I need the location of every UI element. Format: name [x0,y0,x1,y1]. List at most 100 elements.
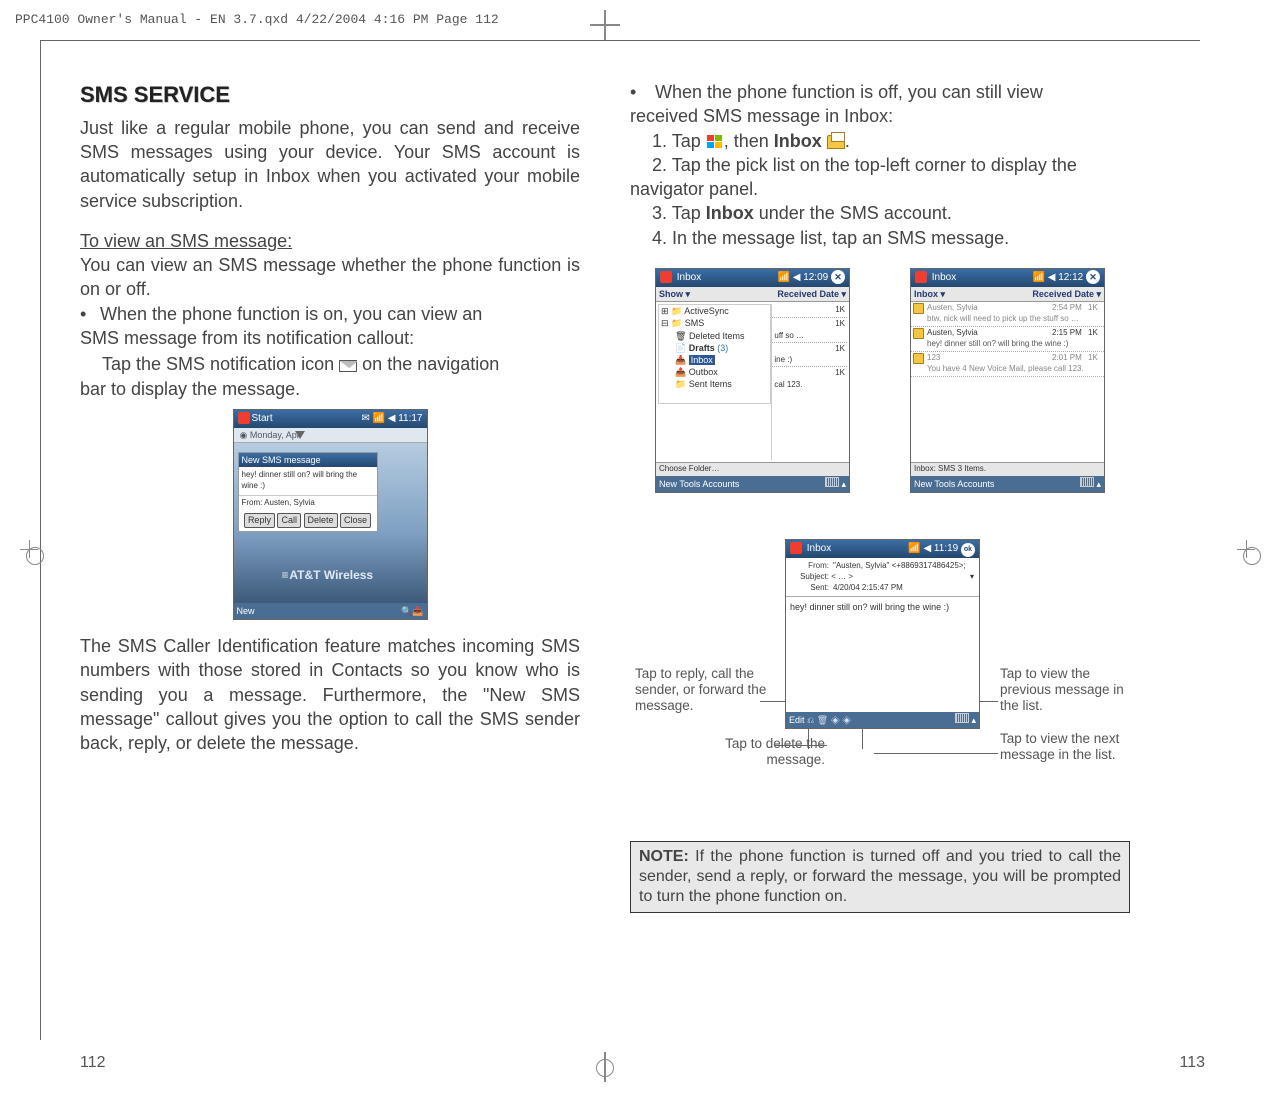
delete-icon[interactable]: 🗑 [817,715,828,725]
popup-from: From: Austen, Sylvia [239,496,377,511]
note-label: NOTE: [639,848,689,865]
annot-delete: Tap to delete the message. [685,736,825,768]
page-number-right: 113 [1179,1054,1205,1072]
msg-row-2[interactable]: Austen, Sylvia2:15 PM1K hey! dinner stil… [911,327,1104,352]
popup-title: New SMS message [239,453,377,467]
popup-delete-button[interactable]: Delete [304,513,338,527]
ss3-foot-left[interactable]: New Tools Accounts [914,476,994,492]
ss2-status: Choose Folder… [656,462,849,476]
annot-prev: Tap to view the previous message in the … [1000,666,1140,715]
page-number-left: 112 [80,1054,106,1072]
bullet-phone-on-a: When the phone function is on, you can v… [100,304,482,324]
popup-call-button[interactable]: Call [277,513,301,527]
ok-icon[interactable]: ok [961,543,975,557]
view-sms-p1: You can view an SMS message whether the … [80,253,580,302]
ss1-body: ◉ Monday, Apr New SMS message hey! dinne… [234,428,427,603]
new-sms-popup: New SMS message hey! dinner still on? wi… [238,452,378,532]
crop-mark-left [20,540,38,558]
annot-line [874,753,998,754]
crop-mark-top [590,10,620,40]
att-wireless-logo: ≡ AT&T Wireless [282,567,374,583]
prev-message-icon[interactable]: ◈ [831,715,840,725]
start-flag-icon [660,271,672,283]
windows-start-icon [706,134,724,150]
start-flag-icon [790,542,802,554]
ss4-footbar: Edit ⎌ 🗑 ◈ ◈ ▴ [786,712,979,728]
tap-line-a: Tap the SMS notification icon [102,354,334,374]
bullet-phone-on: • When the phone function is on, you can… [80,302,580,351]
tree-right-column: 1K 1K uff so … 1K ine :) 1K cal 123. [771,304,847,460]
ss1-time: 11:17 [398,413,422,424]
start-flag-icon [238,412,250,424]
ss3-status: Inbox: SMS 3 Items. [911,462,1104,476]
ss4-header-fields: From:"Austen, Sylvia" <+8869317486425>; … [786,558,979,597]
view-sms-heading: To view an SMS message: [80,229,580,253]
popup-close-button[interactable]: Close [340,513,371,527]
keyboard-icon[interactable] [955,713,969,723]
bullet-off-b: received SMS message in Inbox: [630,106,893,126]
step-1: 1. Tap , then Inbox . [652,129,1130,153]
ss2-received[interactable]: Received Date ▾ [777,288,846,300]
next-message-icon[interactable]: ◈ [842,715,851,725]
popup-reply-button[interactable]: Reply [244,513,275,527]
ss2-titlebar: Inbox 📶 ◀ 12:09 ✕ [656,269,849,287]
close-icon[interactable]: ✕ [831,270,845,284]
bullet-phone-on-b: SMS message from its notification callou… [80,328,414,348]
annot-reply: Tap to reply, call the sender, or forwar… [635,666,775,715]
msg-row-1[interactable]: Austen, Sylvia2:54 PM1K btw, nick will n… [911,302,1104,327]
close-icon[interactable]: ✕ [1086,270,1100,284]
step-3: 3. Tap Inbox under the SMS account. [652,201,1130,225]
step1-inbox: Inbox [774,131,822,151]
ss2-body: ⊞ 📁 ActiveSync ⊟ 📁 SMS 🗑 Deleted Items 📄… [656,302,849,462]
step-2: 2. Tap the pick list on the top-left cor… [630,153,1130,202]
screenshot-message-detail: Inbox 📶 ◀ 11:19 ok From:"Austen, Sylvia"… [785,539,980,729]
ss4-edit[interactable]: Edit [789,715,805,725]
step-4: 4. In the message list, tap an SMS messa… [652,226,1130,250]
ss1-foot-icons: 🔍📥 [401,603,423,619]
popup-body-text: hey! dinner still on? will bring the win… [239,467,377,496]
step3-inbox: Inbox [706,203,754,223]
msg-row-3[interactable]: 1232:01 PM1K You have 4 New Voice Mail, … [911,352,1104,377]
reply-icon[interactable]: ⎌ [807,715,814,725]
screenshot-inbox-tree: Inbox 📶 ◀ 12:09 ✕ Show ▾ Received Date ▾… [655,268,850,493]
bullet-off-a: When the phone function is off, you can … [655,82,1043,102]
folder-tree[interactable]: ⊞ 📁 ActiveSync ⊟ 📁 SMS 🗑 Deleted Items 📄… [658,304,771,404]
ss1-title-left: Start [252,413,273,424]
ss1-foot-new[interactable]: New [237,603,255,619]
mail-icon [913,328,924,339]
tap-line-b: on the navigation [362,354,499,374]
ss2-foot-left[interactable]: New Tools Accounts [659,476,739,492]
tap-notification-line: Tap the SMS notification icon on the nav… [80,352,580,401]
expand-icon[interactable]: ▾ [970,572,974,583]
caller-id-paragraph: The SMS Caller Identification feature ma… [80,634,580,755]
message-detail-with-annotations: Tap to reply, call the sender, or forwar… [630,531,1130,811]
start-flag-icon [915,271,927,283]
mail-icon [913,303,924,314]
ss2-footbar: New Tools Accounts ▴ [656,476,849,492]
ss1-under-date: ◉ Monday, Apr [234,428,427,443]
annot-line [775,745,827,746]
note-body: If the phone function is turned off and … [639,848,1121,905]
screenshot-start-sms-callout: Start ✉ 📶 ◀ 11:17 ◉ Monday, Apr New SMS … [233,409,428,620]
print-header: PPC4100 Owner's Manual - EN 3.7.qxd 4/22… [15,12,499,27]
bullet-phone-off: • When the phone function is off, you ca… [630,80,1130,129]
inbox-folder-selected[interactable]: Inbox [689,355,715,365]
left-page: SMS SERVICE Just like a regular mobile p… [80,80,580,755]
keyboard-icon[interactable] [825,477,839,487]
note-box: NOTE: If the phone function is turned of… [630,841,1130,913]
ss3-body[interactable]: Austen, Sylvia2:54 PM1K btw, nick will n… [911,302,1104,462]
ss3-footbar: New Tools Accounts ▴ [911,476,1104,492]
sms-notification-icon [339,360,357,372]
mail-icon [913,353,924,364]
ss3-inbox-picker[interactable]: Inbox ▾ [914,288,945,300]
ss1-footbar: New 🔍📥 [234,603,427,619]
crop-mark-bottom [590,1052,620,1082]
callout-arrow-icon [284,431,316,439]
ss3-titlebar: Inbox 📶 ◀ 12:12 ✕ [911,269,1104,287]
ss2-subbar: Show ▾ Received Date ▾ [656,287,849,302]
ss4-titlebar: Inbox 📶 ◀ 11:19 ok [786,540,979,558]
crop-mark-right [1237,540,1255,558]
ss2-show[interactable]: Show ▾ [659,288,690,300]
keyboard-icon[interactable] [1080,477,1094,487]
ss3-received[interactable]: Received Date ▾ [1032,288,1101,300]
